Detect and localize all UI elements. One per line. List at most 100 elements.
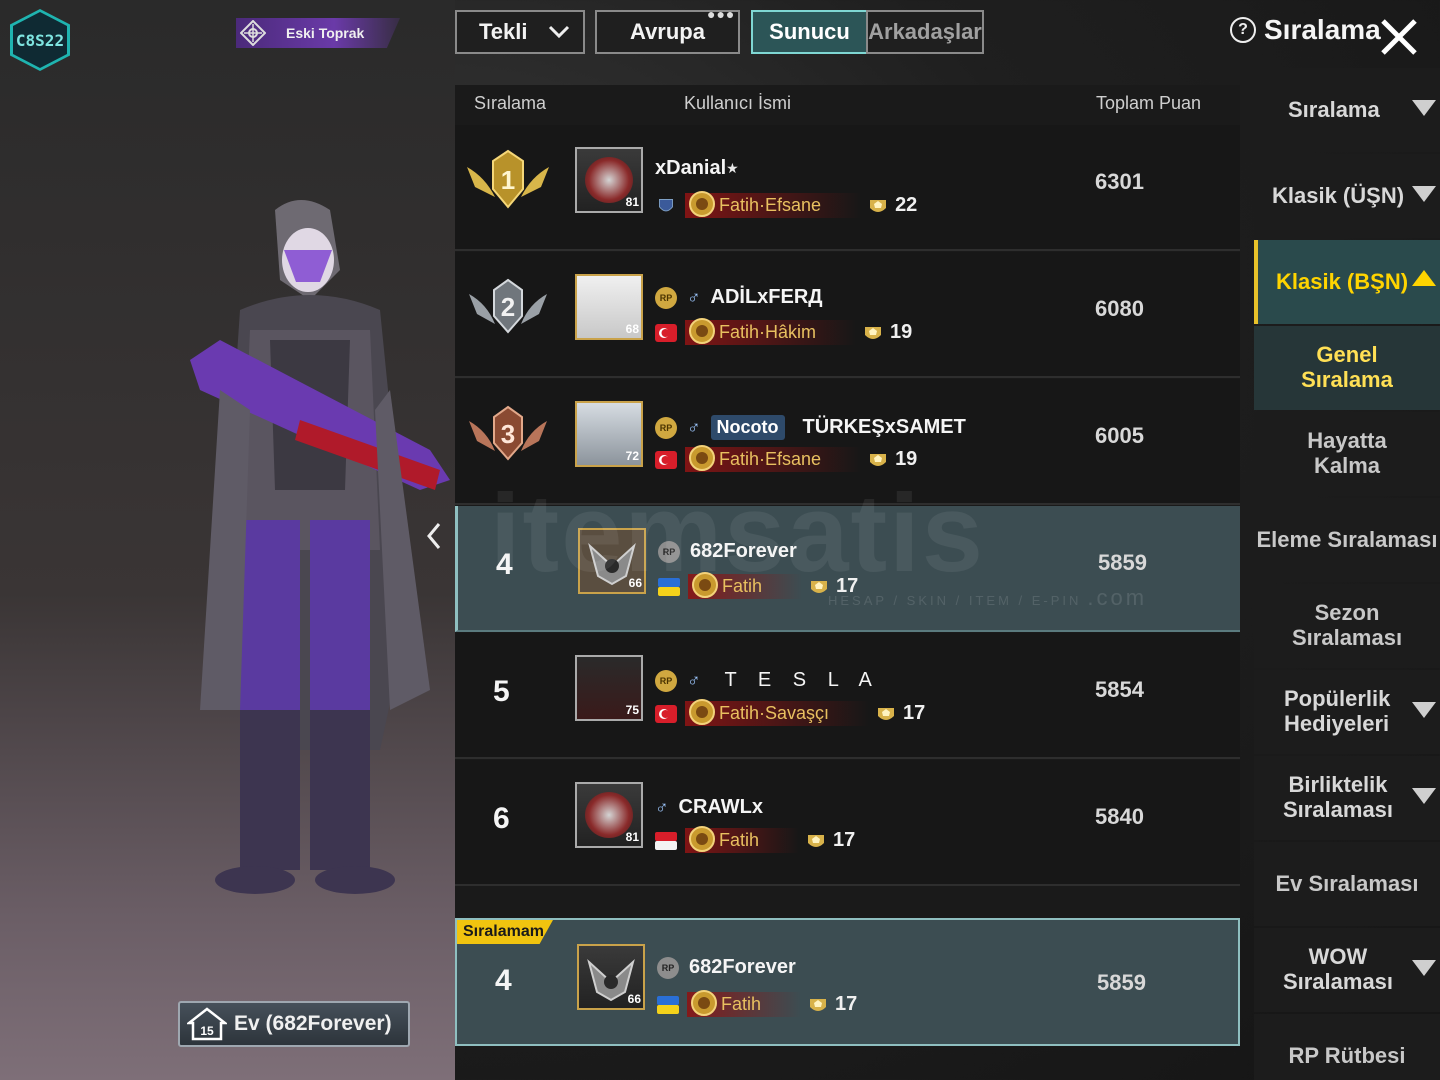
conqueror-count: 19 <box>895 448 918 470</box>
sidebar-item-label: Ev Sıralaması <box>1275 870 1419 896</box>
sidebar-item-survival[interactable]: Hayatta Kalma <box>1254 412 1440 496</box>
table-row[interactable]: 2 68 RP ♂ ADİLxFERД Fatih·Hâkim 19 6080 <box>455 252 1240 378</box>
avatar[interactable]: 81 <box>575 147 643 213</box>
table-row[interactable]: 6 81 ♂ CRAWLx Fatih 17 5840 <box>455 760 1240 886</box>
conqueror-count: 17 <box>835 993 858 1015</box>
avatar[interactable]: 75 <box>575 655 643 721</box>
tab-friends[interactable]: Arkadaşlar <box>866 10 984 54</box>
chevron-down-icon <box>1412 788 1436 804</box>
tier-name: Fatih <box>721 994 762 1014</box>
player-name[interactable]: TÜRKEŞxSAMET <box>803 416 966 439</box>
table-row[interactable]: 1 81 xDanial ★ Fatih·Efsane 22 6301 <box>455 125 1240 251</box>
sidebar-item-popularity[interactable]: Popülerlik Hediyeleri <box>1254 670 1440 754</box>
clan-shield-icon <box>659 198 673 211</box>
my-rank-row[interactable]: Sıralamam 4 66 RP 682Forever Fatih 17 58… <box>455 918 1240 1046</box>
sidebar-item-label: Sezon Sıralaması <box>1292 600 1403 650</box>
avatar-level: 68 <box>625 322 639 336</box>
score: 5859 <box>1098 550 1147 575</box>
avatar-level: 72 <box>625 449 639 463</box>
sidebar-item-label: Genel Sıralama <box>1301 342 1393 392</box>
crosshair-icon <box>236 18 270 48</box>
sidebar-item-home[interactable]: Ev Sıralaması <box>1254 842 1440 926</box>
rp-badge-icon: RP <box>655 669 677 692</box>
my-rank-tag: Sıralamam <box>457 920 553 944</box>
tab-server[interactable]: Sunucu <box>751 10 868 54</box>
crown-icon <box>878 707 895 720</box>
watermark-tagline: HESAP / SKIN / ITEM / E-PIN <box>828 593 1082 608</box>
sidebar-item-wow[interactable]: WOW Sıralaması <box>1254 928 1440 1012</box>
silver-medal-2-icon: 2 <box>469 278 547 334</box>
home-button[interactable]: 15 Ev (682Forever) <box>178 1001 410 1047</box>
close-icon[interactable] <box>1378 16 1420 58</box>
mode-dropdown[interactable]: Tekli <box>455 10 585 54</box>
player-name[interactable]: T E S L A <box>725 669 880 692</box>
sidebar-item-label: Klasik (BŞN) <box>1276 268 1409 294</box>
sidebar-item-label: RP Rütbesi <box>1288 1042 1406 1068</box>
home-label: Ev (682Forever) <box>234 1012 392 1035</box>
score: 6301 <box>1095 169 1144 194</box>
star-suffix: ★ <box>726 160 739 176</box>
player-name[interactable]: 682Forever <box>689 956 796 979</box>
mode-dropdown-value: Tekli <box>479 19 528 44</box>
svg-text:3: 3 <box>501 419 515 449</box>
male-icon: ♂ <box>687 287 701 307</box>
player-name[interactable]: ADİLxFERД <box>711 286 823 309</box>
turkey-flag-icon <box>655 704 677 723</box>
tier-name: Fatih·Hâkim <box>719 322 817 342</box>
player-name[interactable]: xDanial <box>655 157 726 180</box>
sidebar-item-partnership[interactable]: Birliktelik Sıralaması <box>1254 756 1440 840</box>
table-row[interactable]: 5 75 RP ♂ T E S L A Fatih·Savaşçı 17 585… <box>455 633 1240 759</box>
watermark-sub: HESAP / SKIN / ITEM / E-PIN .com <box>828 585 1147 611</box>
conqueror-emblem-icon <box>689 318 715 344</box>
page-header: ? Sıralama <box>1230 14 1381 46</box>
rank-number: 6 <box>493 802 510 835</box>
map-name: Eski Toprak <box>286 25 365 41</box>
col-user: Kullanıcı İsmi <box>684 93 792 113</box>
club-tag[interactable]: Nocoto <box>710 415 785 440</box>
sidebar-item-classic-fpp[interactable]: Klasik (BŞN) <box>1254 240 1440 324</box>
sidebar-item-rp-rank[interactable]: RP Rütbesi <box>1254 1014 1440 1080</box>
rp-badge-icon: RP <box>657 956 679 979</box>
tier-badge: Fatih <box>685 826 800 853</box>
sidebar-item-ranking[interactable]: Sıralama <box>1254 68 1440 152</box>
page-title: Sıralama <box>1264 14 1381 45</box>
tier-name: Fatih·Savaşçı <box>719 703 830 723</box>
tier-badge: Fatih·Efsane <box>685 445 862 472</box>
sidebar-item-label: Hayatta Kalma <box>1307 428 1387 478</box>
sidebar-item-overall[interactable]: Genel Sıralama <box>1254 326 1440 410</box>
rp-badge-icon: RP <box>655 416 677 439</box>
chevron-down-icon <box>1412 100 1436 116</box>
avatar[interactable]: 66 <box>577 944 645 1010</box>
chevron-down-icon <box>1412 702 1436 718</box>
avatar[interactable]: 68 <box>575 274 643 340</box>
rank-number: 4 <box>495 964 512 997</box>
sidebar-item-classic-tpp[interactable]: Klasik (ÜŞN) <box>1254 154 1440 238</box>
score: 5840 <box>1095 804 1144 829</box>
svg-text:1: 1 <box>501 165 515 195</box>
watermark: itemsatis <box>490 472 985 595</box>
turkey-flag-icon <box>655 323 677 342</box>
region-button[interactable]: ●●● Avrupa <box>595 6 740 54</box>
collapse-panel-button[interactable] <box>420 516 448 556</box>
male-icon: ♂ <box>687 417 701 437</box>
character-avatar[interactable] <box>180 190 460 900</box>
avatar-level: 81 <box>625 195 639 209</box>
crown-icon <box>865 326 882 339</box>
sidebar: Sıralama Klasik (ÜŞN) Klasik (BŞN) Genel… <box>1254 68 1440 1080</box>
sidebar-item-season[interactable]: Sezon Sıralaması <box>1254 584 1440 668</box>
chevron-down-icon <box>548 25 570 39</box>
crown-icon <box>810 998 827 1011</box>
avatar[interactable]: 72 <box>575 401 643 467</box>
avatar-level: 66 <box>627 992 641 1006</box>
help-icon[interactable]: ? <box>1230 17 1256 43</box>
map-badge[interactable]: Eski Toprak <box>236 18 400 48</box>
sidebar-item-elimination[interactable]: Eleme Sıralaması <box>1254 498 1440 582</box>
turkey-flag-icon <box>655 450 677 469</box>
score: 5854 <box>1095 677 1144 702</box>
conqueror-count: 17 <box>833 829 856 851</box>
player-name[interactable]: CRAWLx <box>679 796 763 819</box>
avatar[interactable]: 81 <box>575 782 643 848</box>
col-rank: Sıralama <box>474 93 547 113</box>
home-icon: 15 <box>180 1007 234 1041</box>
tier-badge: Fatih·Savaşçı <box>685 699 870 726</box>
